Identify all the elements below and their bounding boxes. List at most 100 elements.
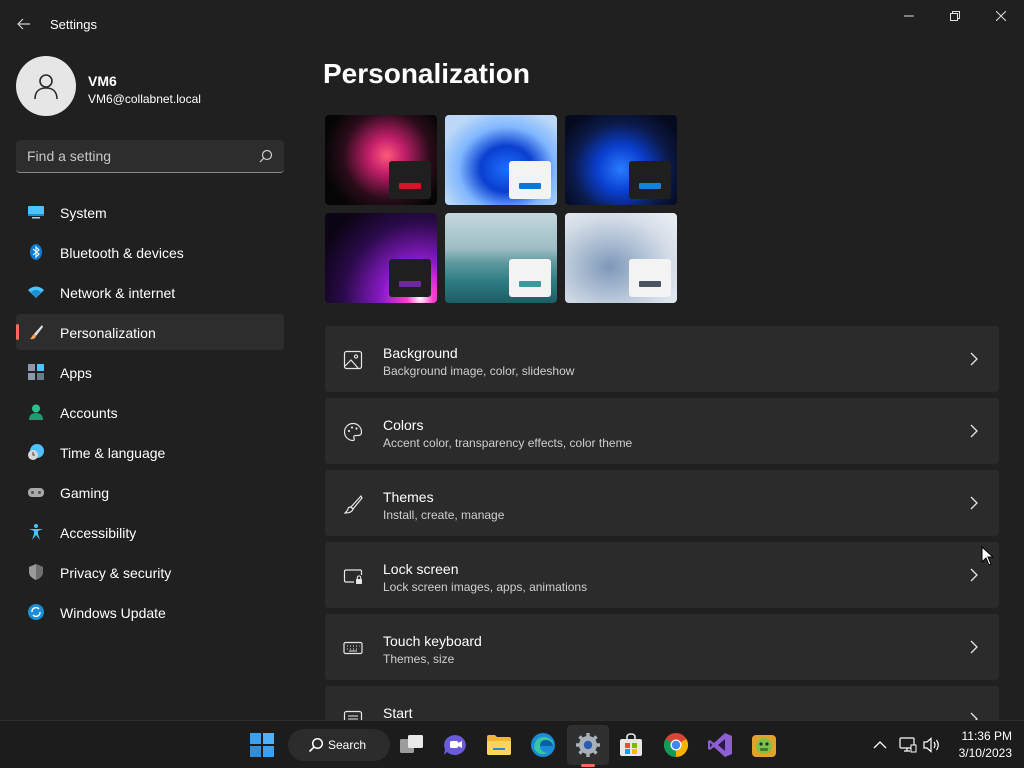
taskbar: Search 11:36 PM 3/10/2023	[0, 720, 1024, 768]
person-icon	[34, 74, 58, 100]
brush-icon	[30, 325, 43, 340]
restore-button[interactable]	[932, 0, 978, 32]
store-icon	[620, 733, 642, 756]
theme-accent-swatch	[639, 183, 661, 189]
sidebar-item-label: Personalization	[60, 325, 156, 341]
chevron-right-icon	[970, 640, 978, 654]
sidebar-item-personalization[interactable]: Personalization	[16, 314, 284, 350]
card-subtitle: Install, create, manage	[383, 508, 505, 522]
apps-icon	[28, 364, 44, 380]
picture-icon	[343, 350, 363, 370]
wifi-icon	[28, 286, 44, 298]
card-title: Start	[383, 705, 413, 720]
close-button[interactable]	[978, 0, 1024, 32]
settings-search[interactable]	[16, 140, 284, 173]
sidebar-item-label: Bluetooth & devices	[60, 245, 184, 261]
volume-icon	[923, 737, 939, 753]
mouse-cursor-icon	[981, 546, 995, 566]
theme-bloom-dark[interactable]	[565, 115, 677, 205]
sidebar-item-gaming[interactable]: Gaming	[16, 474, 284, 510]
back-button[interactable]	[10, 10, 38, 38]
chrome-icon	[663, 733, 689, 757]
sidebar-item-system[interactable]: System	[16, 194, 284, 230]
taskbar-visual-studio[interactable]	[706, 731, 734, 759]
search-input[interactable]	[16, 140, 256, 172]
taskbar-game[interactable]	[750, 731, 778, 759]
theme-captured-motion[interactable]	[445, 213, 557, 303]
sidebar-item-privacy[interactable]: Privacy & security	[16, 554, 284, 590]
avatar[interactable]	[16, 56, 76, 116]
sidebar-item-network[interactable]: Network & internet	[16, 274, 284, 310]
taskbar-file-explorer[interactable]	[485, 731, 513, 759]
sidebar-item-label: Accounts	[60, 405, 118, 421]
settings-icon	[576, 733, 600, 757]
theme-bloom-light[interactable]	[445, 115, 557, 205]
tray-volume[interactable]	[918, 731, 946, 759]
clock-globe-icon	[28, 444, 44, 460]
search-icon[interactable]	[258, 148, 274, 164]
card-title: Colors	[383, 417, 424, 433]
close-icon	[996, 11, 1006, 21]
card-start[interactable]: Start	[325, 686, 999, 720]
card-title: Themes	[383, 489, 434, 505]
bluetooth-icon	[30, 244, 42, 260]
keyboard-icon	[343, 641, 363, 655]
sidebar-item-windows-update[interactable]: Windows Update	[16, 594, 284, 630]
minimize-icon	[904, 15, 914, 17]
chevron-right-icon	[970, 568, 978, 582]
sidebar-item-label: Gaming	[60, 485, 110, 501]
sidebar-item-label: Windows Update	[60, 605, 166, 621]
sidebar-item-label: Privacy & security	[60, 565, 172, 581]
sidebar-item-apps[interactable]: Apps	[16, 354, 284, 390]
theme-flow-light[interactable]	[565, 213, 677, 303]
taskbar-chrome[interactable]	[662, 731, 690, 759]
chevron-right-icon	[970, 712, 978, 720]
network-wired-icon	[899, 737, 917, 753]
tray-overflow-button[interactable]	[866, 731, 894, 759]
accounts-icon	[29, 404, 43, 420]
card-title: Background	[383, 345, 458, 361]
taskbar-edge[interactable]	[529, 731, 557, 759]
minimize-button[interactable]	[886, 0, 932, 32]
taskbar-start-button[interactable]	[248, 731, 276, 759]
taskbar-chat[interactable]	[441, 731, 469, 759]
accessibility-icon	[29, 524, 43, 540]
tray-clock-date[interactable]: 3/10/2023	[948, 746, 1012, 760]
teams-chat-icon	[444, 735, 466, 755]
taskbar-task-view[interactable]	[398, 731, 426, 759]
card-background[interactable]: Background Background image, color, slid…	[325, 326, 999, 392]
brush-icon	[343, 494, 363, 514]
card-themes[interactable]: Themes Install, create, manage	[325, 470, 999, 536]
sidebar-nav: System Bluetooth & devices Network & int…	[16, 194, 284, 634]
card-title: Touch keyboard	[383, 633, 482, 649]
theme-accent-swatch	[399, 281, 421, 287]
sidebar-item-bluetooth[interactable]: Bluetooth & devices	[16, 234, 284, 270]
taskbar-settings[interactable]	[574, 731, 602, 759]
card-subtitle: Accent color, transparency effects, colo…	[383, 436, 633, 450]
taskbar-search[interactable]: Search	[288, 729, 390, 761]
settings-card-list: Background Background image, color, slid…	[325, 326, 999, 720]
card-subtitle: Background image, color, slideshow	[383, 364, 575, 378]
taskbar-search-label: Search	[328, 738, 367, 752]
search-icon	[308, 737, 324, 753]
card-colors[interactable]: Colors Accent color, transparency effect…	[325, 398, 999, 464]
card-touch-keyboard[interactable]: Touch keyboard Themes, size	[325, 614, 999, 680]
sidebar-item-accounts[interactable]: Accounts	[16, 394, 284, 430]
taskbar-store[interactable]	[617, 731, 645, 759]
restore-icon	[950, 11, 960, 21]
tray-clock-time[interactable]: 11:36 PM	[948, 729, 1012, 743]
sidebar-item-time-language[interactable]: Time & language	[16, 434, 284, 470]
game-icon	[752, 735, 776, 757]
theme-glow-dark[interactable]	[325, 115, 437, 205]
theme-accent-swatch	[639, 281, 661, 287]
task-view-icon	[400, 735, 423, 753]
sidebar-item-label: Network & internet	[60, 285, 176, 301]
taskbar-active-indicator	[581, 764, 595, 767]
title-bar: Settings	[0, 0, 1024, 48]
theme-sunrise-dark[interactable]	[325, 213, 437, 303]
theme-accent-swatch	[519, 281, 541, 287]
file-explorer-icon	[487, 735, 511, 755]
card-lock-screen[interactable]: Lock screen Lock screen images, apps, an…	[325, 542, 999, 608]
sidebar-item-accessibility[interactable]: Accessibility	[16, 514, 284, 550]
update-icon	[28, 604, 44, 620]
